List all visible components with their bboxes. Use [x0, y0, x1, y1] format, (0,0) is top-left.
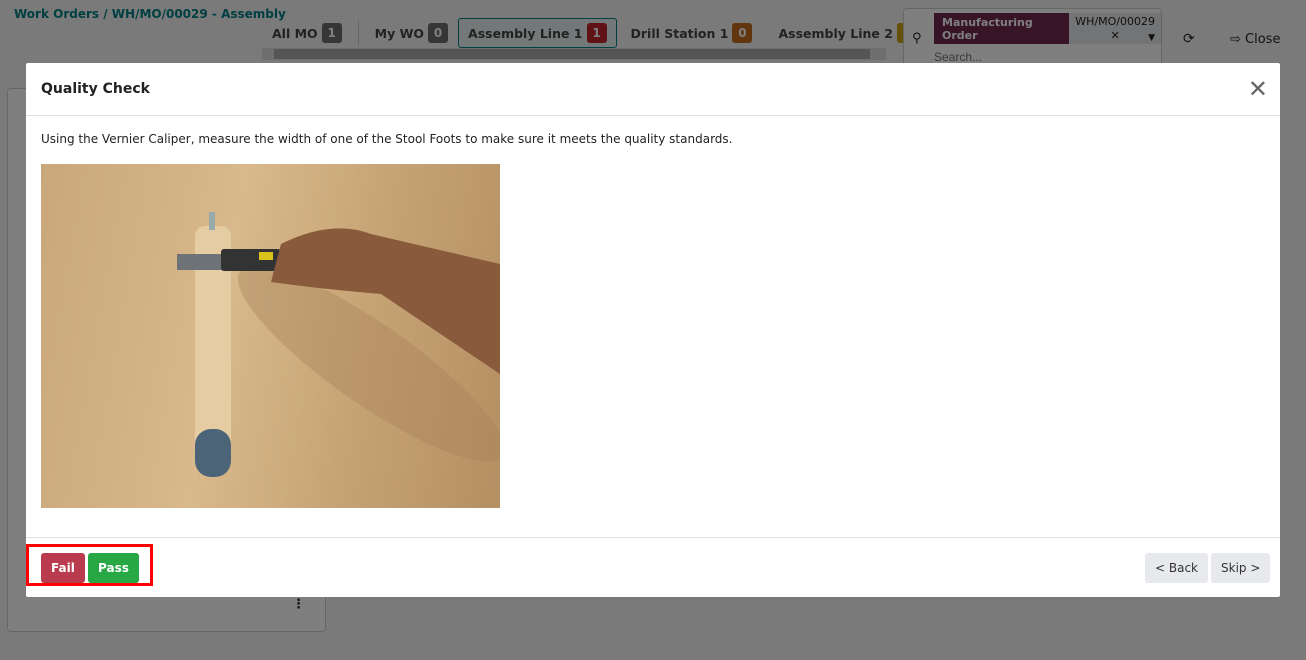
close-icon[interactable]: ✕ [1248, 77, 1268, 101]
dialog-footer: Fail Pass < Back Skip > [26, 537, 1280, 598]
skip-button[interactable]: Skip > [1211, 553, 1271, 583]
quality-check-dialog: Quality Check ✕ Using the Vernier Calipe… [26, 63, 1280, 597]
fail-button[interactable]: Fail [41, 553, 85, 583]
dialog-title: Quality Check [41, 81, 150, 97]
instruction-text: Using the Vernier Caliper, measure the w… [41, 132, 733, 146]
back-button[interactable]: < Back [1145, 553, 1209, 583]
instruction-image [41, 164, 500, 508]
pass-button[interactable]: Pass [88, 553, 139, 583]
